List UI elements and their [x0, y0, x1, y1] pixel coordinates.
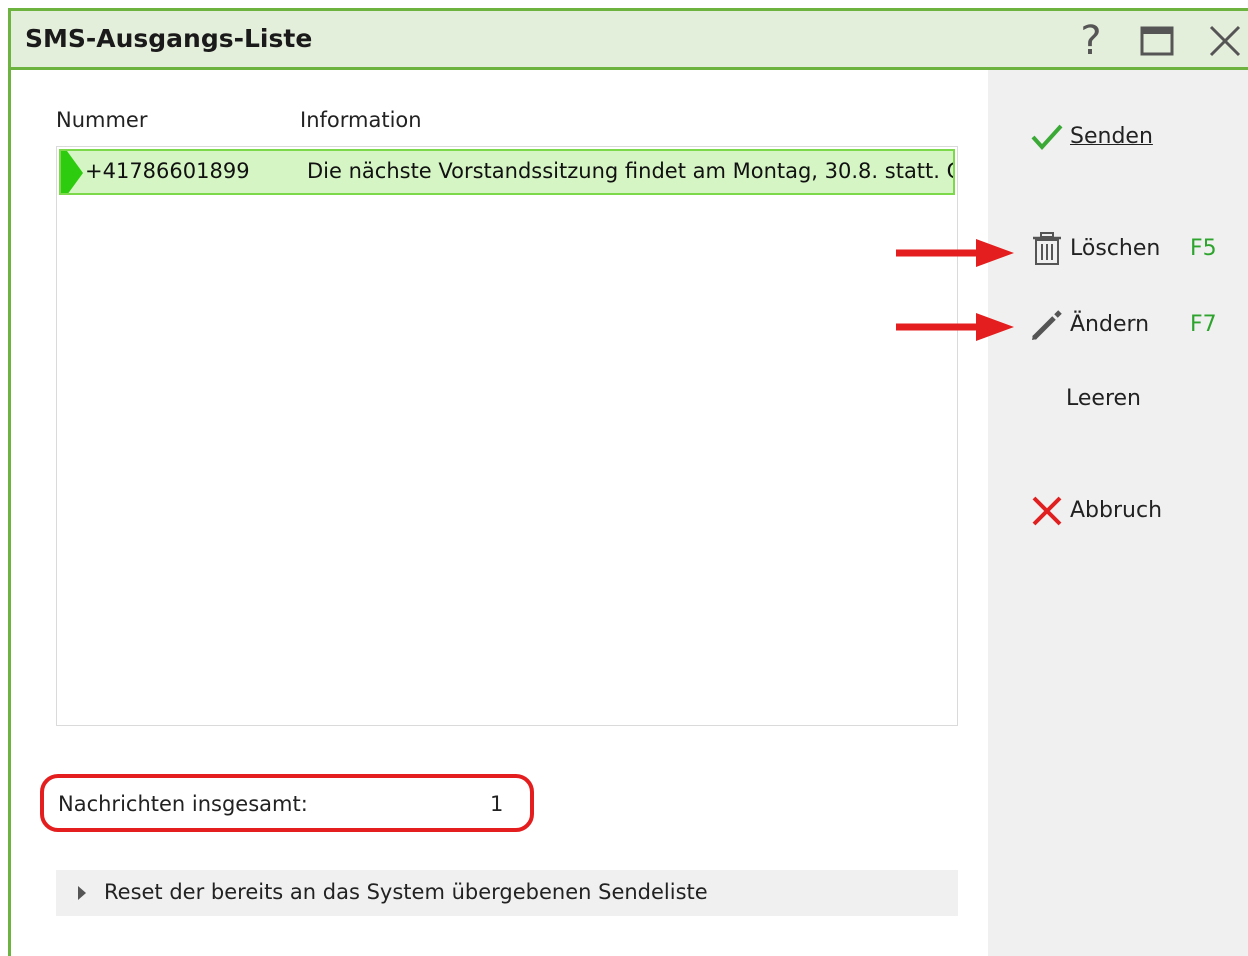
cell-nummer: +41786601899: [85, 159, 250, 183]
cancel-button-label: Abbruch: [1070, 498, 1163, 523]
close-icon: [1209, 25, 1241, 57]
clear-button-label: Leeren: [1066, 386, 1141, 411]
checkmark-icon: [1031, 124, 1063, 150]
total-messages-value: 1: [490, 792, 504, 816]
pencil-icon: [1032, 310, 1062, 340]
window-border: [8, 70, 11, 956]
maximize-button[interactable]: [1135, 19, 1179, 63]
reset-sendlist-label: Reset der bereits an das System übergebe…: [104, 880, 708, 904]
close-button[interactable]: [1203, 19, 1247, 63]
expand-triangle-icon: [78, 886, 86, 900]
total-messages-label: Nachrichten insgesamt:: [58, 792, 308, 816]
help-button[interactable]: ?: [1069, 19, 1113, 63]
row-marker-arrow: [67, 151, 83, 193]
maximize-icon: [1140, 26, 1174, 56]
cross-icon: [1032, 496, 1062, 526]
table-row[interactable]: +41786601899 Die nächste Vorstandssitzun…: [59, 149, 955, 195]
annotation-arrow: [896, 239, 1014, 267]
cell-information: Die nächste Vorstandssitzung findet am M…: [307, 159, 955, 183]
send-button-label: Senden: [1070, 124, 1153, 149]
column-header-nummer[interactable]: Nummer: [56, 108, 148, 132]
trash-icon: [1033, 232, 1061, 265]
delete-button-label: Löschen: [1070, 236, 1161, 261]
annotation-arrow: [896, 313, 1014, 341]
title-bar: SMS-Ausgangs-Liste ?: [8, 8, 1248, 70]
window-title: SMS-Ausgangs-Liste: [25, 24, 313, 53]
sms-outbox-list[interactable]: +41786601899 Die nächste Vorstandssitzun…: [56, 146, 958, 726]
delete-shortcut: F5: [1190, 236, 1217, 261]
column-header-information[interactable]: Information: [300, 108, 422, 132]
summary-highlight: Nachrichten insgesamt: 1: [40, 774, 534, 832]
reset-sendlist-expander[interactable]: Reset der bereits an das System übergebe…: [56, 870, 958, 916]
edit-shortcut: F7: [1190, 312, 1217, 337]
edit-button-label: Ändern: [1070, 312, 1150, 337]
